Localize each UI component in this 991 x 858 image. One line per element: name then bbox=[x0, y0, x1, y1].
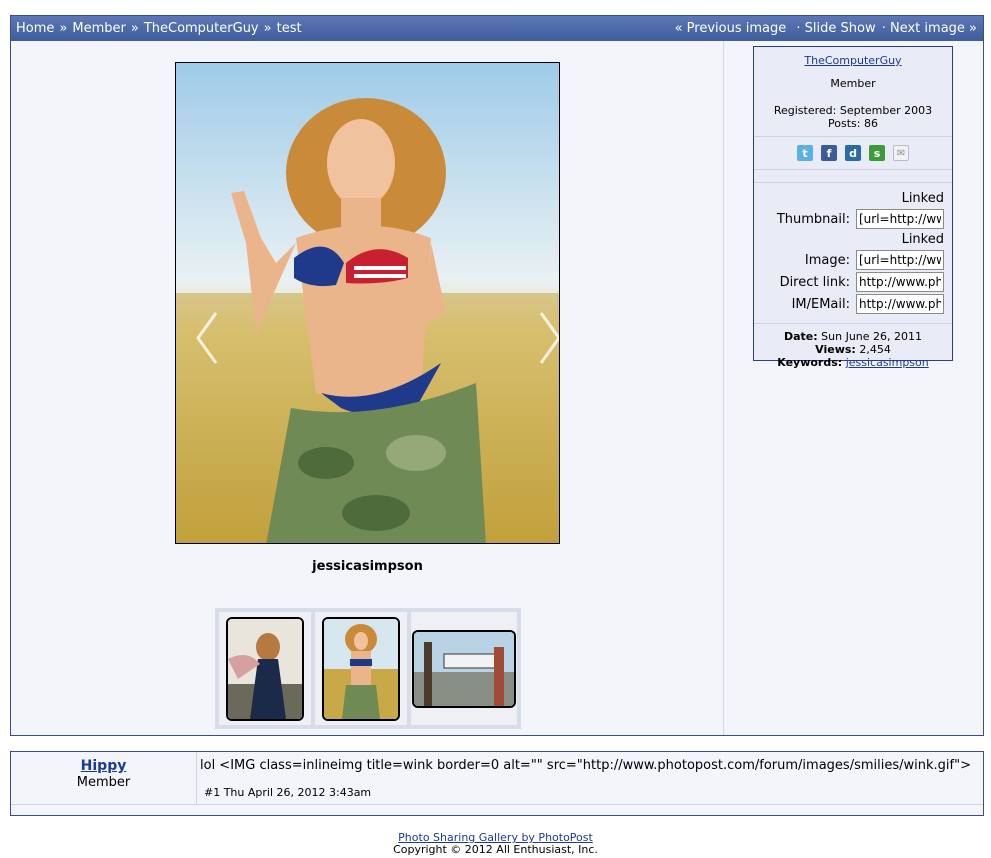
filmstrip-cell bbox=[411, 612, 517, 725]
direct-link-label: Direct link: bbox=[779, 274, 850, 290]
comment-timestamp: #1 Thu April 26, 2012 3:43am bbox=[204, 786, 372, 799]
breadcrumb-album[interactable]: test bbox=[277, 21, 302, 36]
gallery-content: jessicasimpson TheComputerGuy Member Reg… bbox=[11, 41, 983, 735]
filmstrip-cell-selected bbox=[315, 612, 408, 725]
comment-user-role: Member bbox=[76, 775, 131, 790]
twitter-icon[interactable]: t bbox=[797, 145, 813, 161]
views-value: 2,454 bbox=[859, 343, 891, 356]
comment-divider bbox=[11, 804, 983, 805]
image-label: Image: bbox=[804, 252, 850, 268]
next-image-link[interactable]: · Next image » bbox=[882, 21, 977, 36]
im-email-input[interactable] bbox=[856, 294, 944, 314]
page-footer: Photo Sharing Gallery by PhotoPost Copyr… bbox=[0, 832, 991, 856]
thumbnail-3[interactable] bbox=[412, 629, 517, 708]
share-icons: t f d s ✉ bbox=[754, 137, 952, 169]
direct-link-input[interactable] bbox=[856, 272, 944, 292]
gallery-panel: Home » Member » TheComputerGuy » test « Previo… bbox=[10, 15, 984, 736]
views-label: Views: bbox=[815, 343, 856, 356]
comment-user-link[interactable]: Hippy bbox=[81, 758, 127, 774]
comment-text: lol <IMG class=inlineimg title=wink bord… bbox=[200, 758, 971, 773]
linked-label: Linked bbox=[901, 232, 944, 247]
breadcrumb-user[interactable]: TheComputerGuy bbox=[144, 21, 259, 36]
filmstrip-cell bbox=[219, 612, 312, 725]
breadcrumb-member[interactable]: Member bbox=[72, 21, 125, 36]
date-label: Date: bbox=[783, 330, 818, 343]
info-divider bbox=[754, 169, 952, 170]
breadcrumb-separator: » bbox=[263, 21, 272, 36]
uploader-role: Member bbox=[830, 77, 876, 90]
breadcrumb-home[interactable]: Home bbox=[16, 21, 54, 36]
thumbnail-1[interactable] bbox=[226, 616, 305, 721]
main-photo[interactable] bbox=[175, 62, 560, 544]
thumbnail-code-input[interactable] bbox=[856, 209, 944, 229]
image-meta: Date: Sun June 26, 2011 Views: 2,454 Key… bbox=[754, 324, 952, 369]
image-code-input[interactable] bbox=[856, 250, 944, 270]
breadcrumb-separator: » bbox=[59, 21, 68, 36]
main-photo-graphic bbox=[176, 63, 559, 543]
image-info-box: TheComputerGuy Member Registered: Septem… bbox=[753, 46, 953, 369]
uploader-info: TheComputerGuy Member Registered: Septem… bbox=[754, 47, 952, 130]
linked-label: Linked bbox=[901, 191, 944, 206]
breadcrumb-separator: » bbox=[130, 21, 139, 36]
thumbnail-2[interactable] bbox=[322, 616, 401, 721]
comment-panel: Hippy Member lol <IMG class=inlineimg ti… bbox=[10, 751, 984, 816]
email-icon[interactable]: ✉ bbox=[893, 145, 909, 161]
thumbnail-label: Thumbnail: bbox=[776, 211, 850, 227]
slide-show-link[interactable]: · Slide Show bbox=[796, 21, 875, 36]
comment-author: Hippy Member bbox=[11, 752, 197, 804]
date-value: Sun June 26, 2011 bbox=[821, 330, 923, 343]
image-pager: « Previous image · Slide Show · Next ima… bbox=[675, 21, 977, 36]
previous-image-link[interactable]: « Previous image bbox=[675, 21, 787, 36]
uploader-posts: Posts: 86 bbox=[828, 117, 878, 130]
breadcrumb: Home » Member » TheComputerGuy » test bbox=[16, 21, 302, 36]
digg-icon[interactable]: d bbox=[845, 145, 861, 161]
keywords-label: Keywords: bbox=[777, 356, 843, 369]
navigation-bar: Home » Member » TheComputerGuy » test « Previo… bbox=[11, 16, 983, 41]
uploader-registered: Registered: September 2003 bbox=[773, 104, 933, 117]
stumbleupon-icon[interactable]: s bbox=[869, 145, 885, 161]
image-caption: jessicasimpson bbox=[312, 559, 423, 574]
facebook-icon[interactable]: f bbox=[821, 145, 837, 161]
column-divider bbox=[723, 41, 724, 735]
uploader-username-link[interactable]: TheComputerGuy bbox=[804, 54, 901, 67]
copyright-text: Copyright © 2012 All Enthusiast, Inc. bbox=[393, 843, 598, 856]
im-email-label: IM/EMail: bbox=[791, 296, 850, 312]
embed-links: Linked Thumbnail: Linked Image: Direct l… bbox=[754, 183, 952, 315]
thumbnail-filmstrip bbox=[215, 608, 521, 729]
keyword-link[interactable]: jessicasimpson bbox=[846, 356, 929, 369]
